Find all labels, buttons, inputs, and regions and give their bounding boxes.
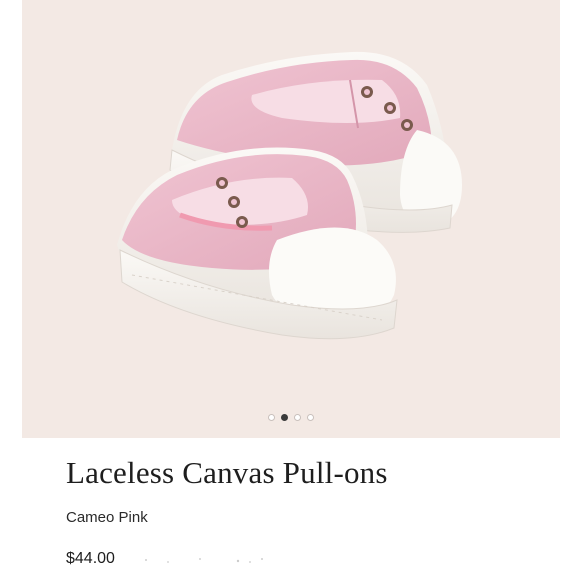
- product-color: Cameo Pink: [66, 509, 148, 526]
- page-margin-right: [560, 0, 580, 580]
- carousel-dot-1[interactable]: [268, 413, 275, 421]
- redacted-text: [145, 558, 263, 563]
- carousel-pagination: [22, 410, 560, 424]
- product-image[interactable]: [22, 0, 560, 438]
- product-price: $44.00: [66, 550, 115, 567]
- carousel-dot-3[interactable]: [294, 413, 301, 421]
- page-margin-left: [0, 0, 22, 580]
- product-image-carousel[interactable]: [22, 0, 560, 438]
- carousel-dot-4[interactable]: [307, 413, 314, 421]
- carousel-dot-2-active[interactable]: [281, 413, 288, 421]
- product-title: Laceless Canvas Pull-ons: [66, 455, 388, 490]
- product-page: Laceless Canvas Pull-ons Cameo Pink $44.…: [0, 0, 580, 580]
